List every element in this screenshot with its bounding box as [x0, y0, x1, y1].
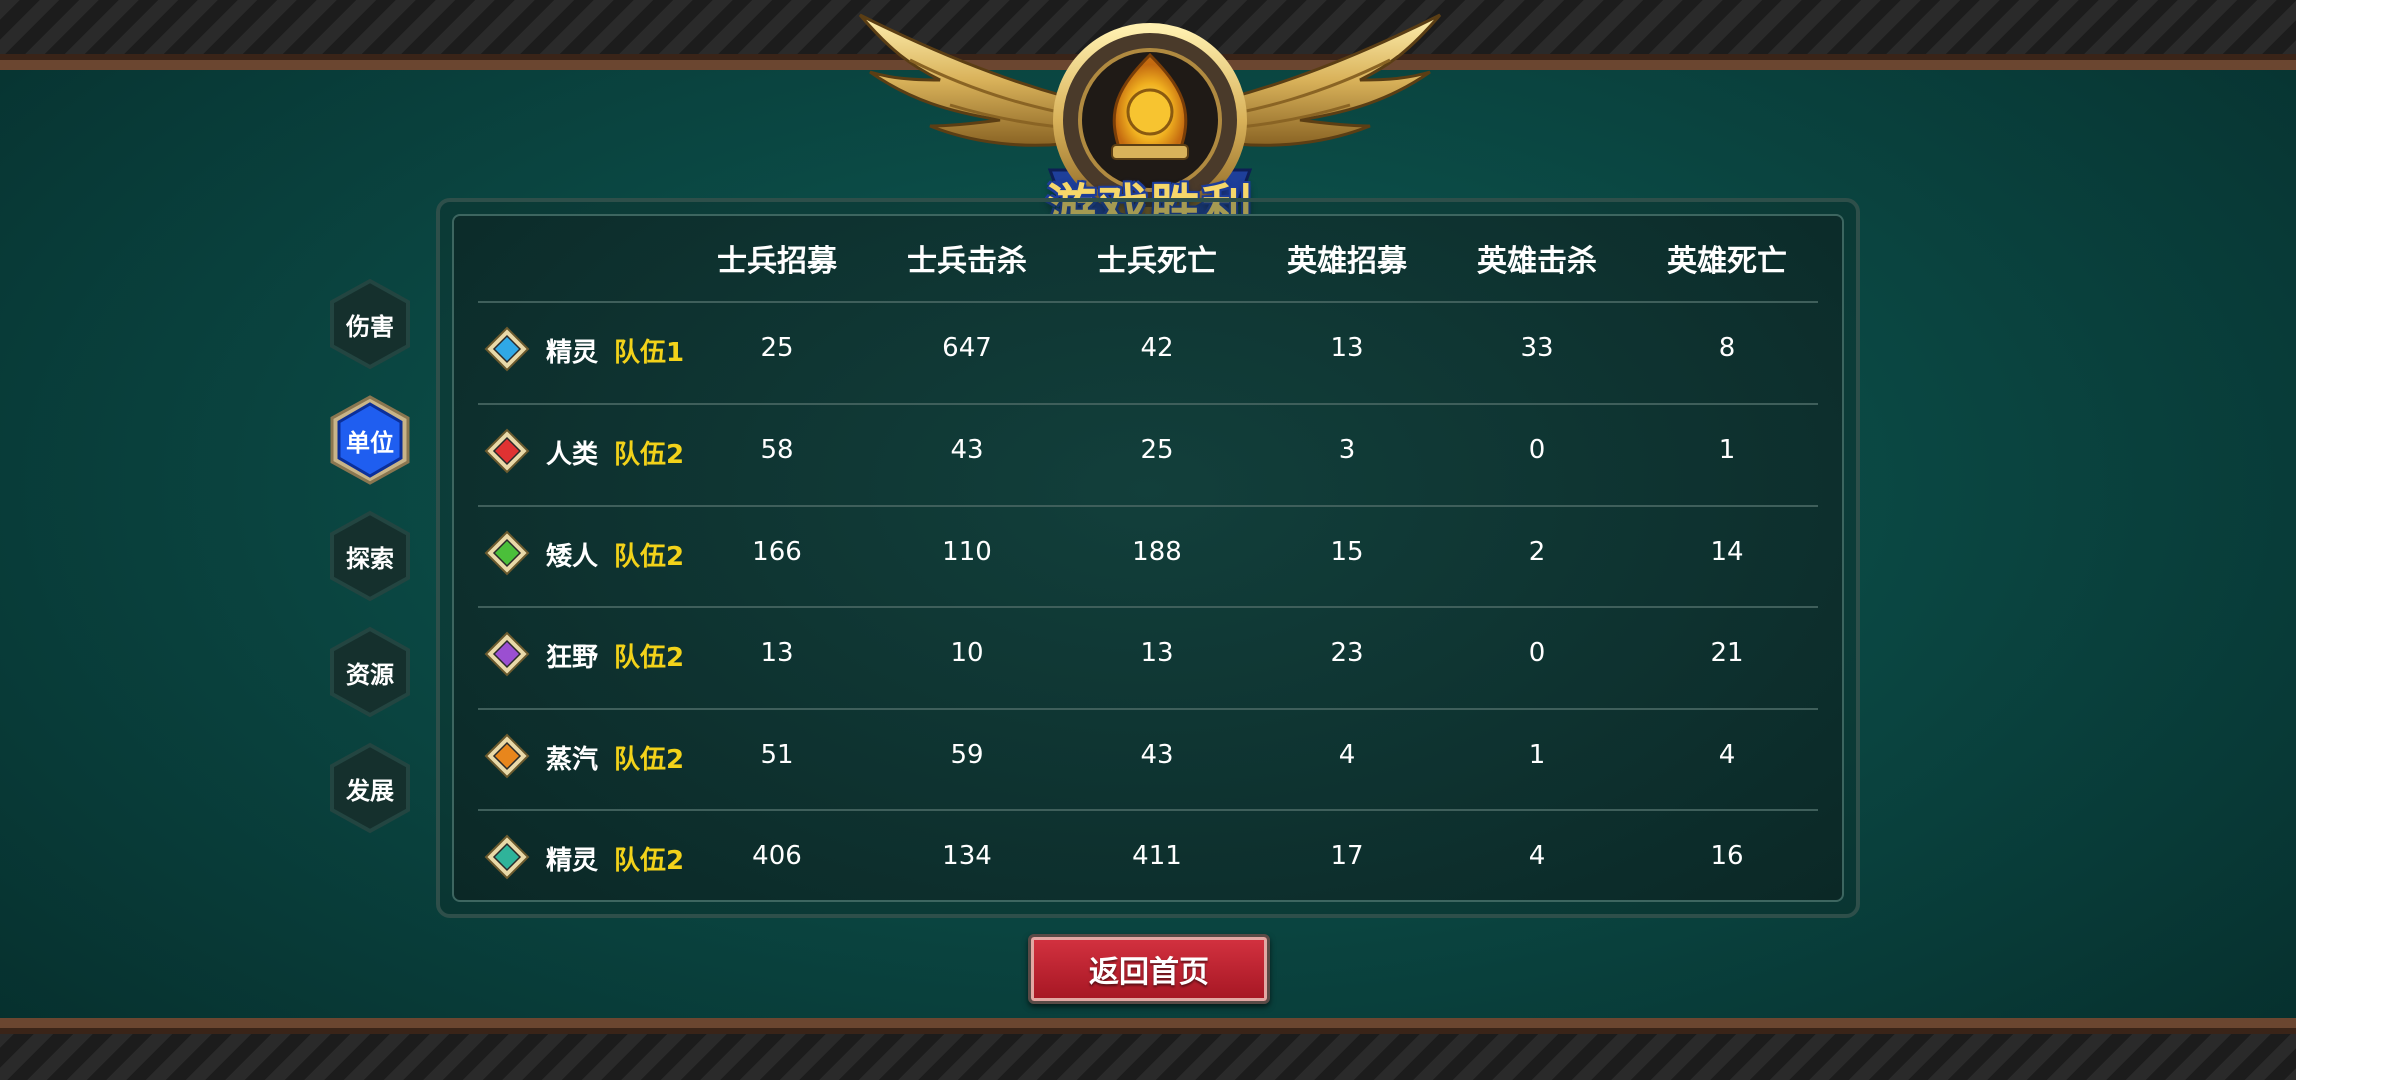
stat-cell: 134	[942, 841, 992, 871]
return-home-button[interactable]: 返回首页	[1028, 934, 1270, 1004]
race-gem-icon	[484, 631, 530, 677]
race-name: 精灵	[546, 846, 599, 876]
return-home-label: 返回首页	[1089, 955, 1209, 990]
tab-resources[interactable]: 资源	[328, 626, 412, 718]
stat-cell: 0	[1528, 638, 1546, 668]
race-name: 矮人	[546, 542, 599, 572]
stat-cell: 15	[1330, 537, 1364, 567]
row-divider	[478, 708, 1818, 710]
stat-cell: 188	[1132, 537, 1182, 567]
stat-cell: 8	[1718, 333, 1736, 363]
column-header: 英雄击杀	[1477, 244, 1597, 279]
row-divider	[478, 505, 1818, 507]
column-header: 士兵死亡	[1097, 244, 1217, 279]
stat-cell: 1	[1528, 740, 1546, 770]
stat-cell: 42	[1140, 333, 1174, 363]
tab-development-label: 发展	[346, 776, 394, 805]
stat-cell: 406	[752, 841, 802, 871]
tab-explore[interactable]: 探索	[328, 510, 412, 602]
stat-cell: 647	[942, 333, 992, 363]
race-name: 蒸汽	[546, 745, 599, 775]
column-header: 英雄死亡	[1667, 244, 1787, 279]
stat-cell: 4	[1528, 841, 1546, 871]
stat-cell: 51	[760, 740, 794, 770]
stat-cell: 3	[1338, 435, 1356, 465]
stat-cell: 21	[1710, 638, 1744, 668]
stat-cell: 43	[950, 435, 984, 465]
stat-cell: 59	[950, 740, 984, 770]
race-name: 人类	[546, 440, 599, 470]
tab-damage-label: 伤害	[346, 312, 394, 341]
stat-cell: 0	[1528, 435, 1546, 465]
team-label: 队伍2	[614, 542, 685, 572]
tab-damage[interactable]: 伤害	[328, 278, 412, 370]
race-gem-icon	[484, 834, 530, 880]
stat-cell: 25	[1140, 435, 1174, 465]
stat-cell: 43	[1140, 740, 1174, 770]
stat-cell: 17	[1330, 841, 1364, 871]
tab-development[interactable]: 发展	[328, 742, 412, 834]
stat-cell: 33	[1520, 333, 1554, 363]
row-divider	[478, 301, 1818, 303]
race-gem-icon	[484, 733, 530, 779]
row-divider	[478, 606, 1818, 608]
stat-cell: 58	[760, 435, 794, 465]
team-label: 队伍2	[614, 846, 685, 876]
stat-cell: 4	[1718, 740, 1736, 770]
team-label: 队伍2	[614, 643, 685, 673]
race-gem-icon	[484, 326, 530, 372]
stat-cell: 411	[1132, 841, 1182, 871]
stat-cell: 166	[752, 537, 802, 567]
tab-resources-label: 资源	[346, 660, 394, 689]
stat-cell: 2	[1528, 537, 1546, 567]
tab-units-label: 单位	[346, 428, 394, 457]
race-name: 精灵	[546, 338, 599, 368]
column-header: 英雄招募	[1287, 244, 1407, 279]
stat-cell: 10	[950, 638, 984, 668]
stat-cell: 4	[1338, 740, 1356, 770]
stat-cell: 16	[1710, 841, 1744, 871]
stat-cell: 1	[1718, 435, 1736, 465]
column-header: 士兵招募	[717, 244, 837, 279]
race-name: 狂野	[546, 643, 599, 673]
stat-cell: 13	[1140, 638, 1174, 668]
stat-cell: 25	[760, 333, 794, 363]
game-screen: 游戏胜利 伤害 单位 探索 资源 发展 士兵招募 士兵击杀 士兵死亡 英雄招募 …	[0, 0, 2296, 1080]
stat-cell: 23	[1330, 638, 1364, 668]
stat-cell: 13	[1330, 333, 1364, 363]
stat-cell: 13	[760, 638, 794, 668]
stat-cell: 14	[1710, 537, 1744, 567]
team-label: 队伍1	[614, 338, 685, 368]
tab-explore-label: 探索	[346, 544, 394, 573]
race-gem-icon	[484, 428, 530, 474]
bottom-border	[0, 1018, 2296, 1080]
row-divider	[478, 809, 1818, 811]
row-divider	[478, 403, 1818, 405]
race-gem-icon	[484, 530, 530, 576]
team-label: 队伍2	[614, 745, 685, 775]
column-header: 士兵击杀	[907, 244, 1027, 279]
team-label: 队伍2	[614, 440, 685, 470]
tab-units[interactable]: 单位	[328, 394, 412, 486]
stat-cell: 110	[942, 537, 992, 567]
